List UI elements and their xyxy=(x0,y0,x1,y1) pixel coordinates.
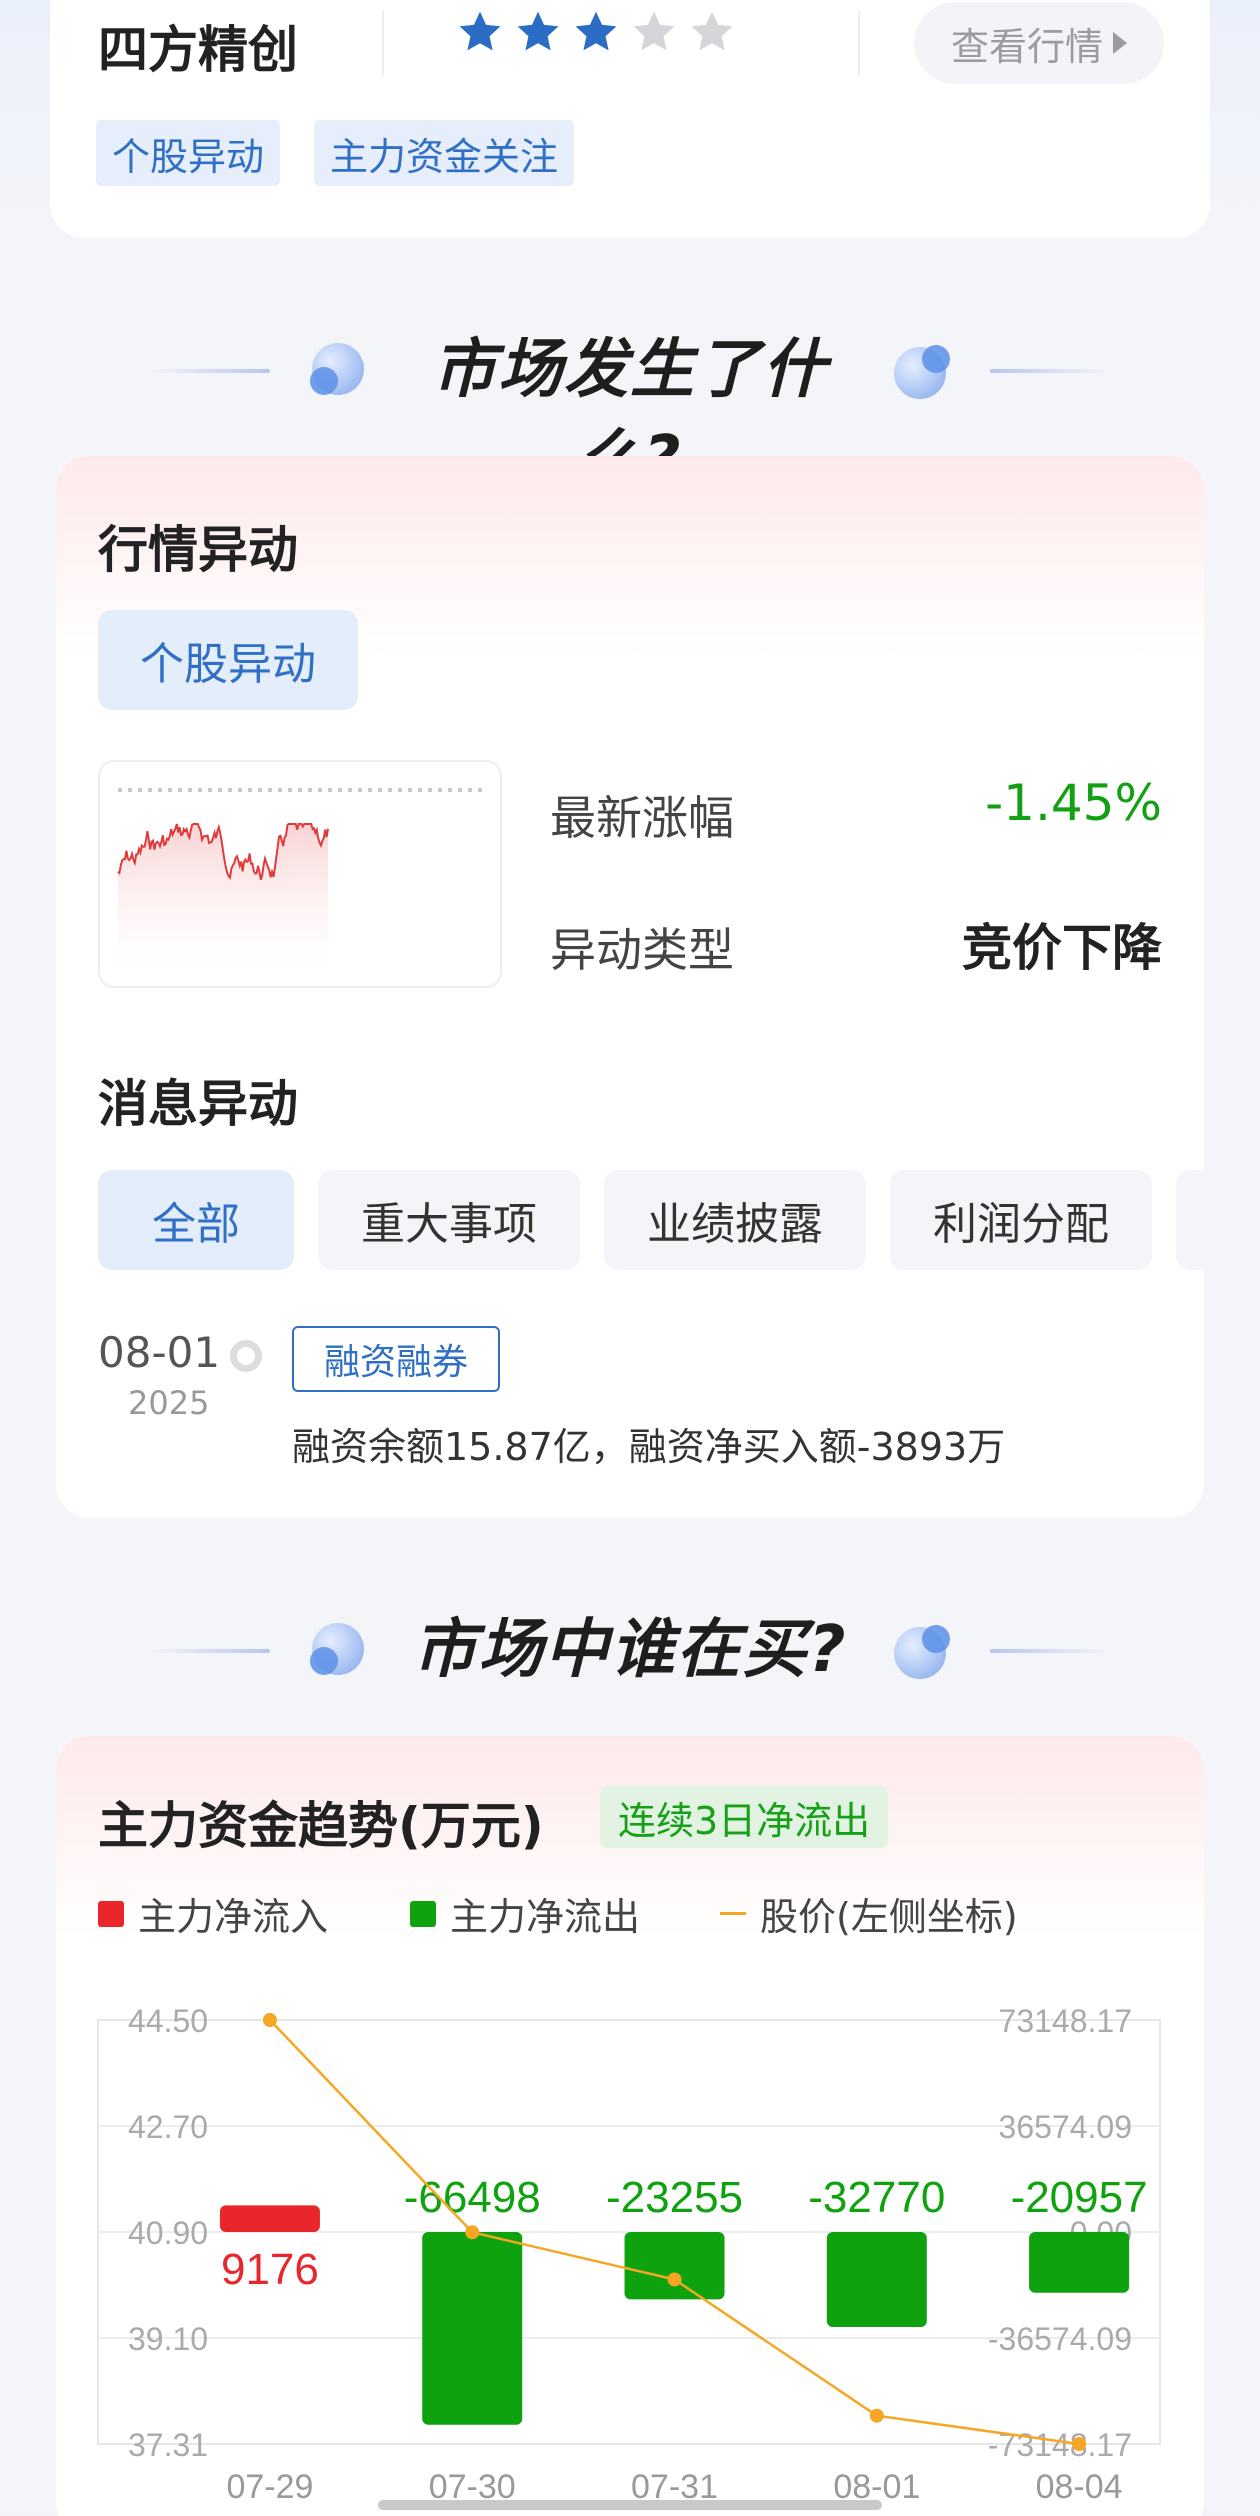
bar-data-label: -20957 xyxy=(1011,2173,1148,2222)
tag-main-capital[interactable]: 主力资金关注 xyxy=(314,120,575,186)
price-point xyxy=(667,2272,682,2287)
divider xyxy=(858,10,860,76)
view-quote-label: 查看行情 xyxy=(950,24,1103,69)
right-tick-label: 36574.09 xyxy=(999,2109,1132,2145)
capital-flow-card: 主力资金趋势(万元) 连续3日净流出 主力净流入 主力净流出 股价(左侧坐标) … xyxy=(56,1736,1204,2516)
inflow-swatch xyxy=(98,1900,124,1927)
outflow-swatch xyxy=(410,1900,436,1927)
capital-flow-title: 主力资金趋势(万元) xyxy=(98,1797,544,1855)
section-title-what-happened: 市场发生了什么? xyxy=(0,325,1260,497)
latest-change-value: -1.45% xyxy=(985,774,1162,832)
capital-flow-chart: 44.50 42.70 40.90 39.10 37.31 73148.17 36574.0… xyxy=(97,2003,1161,2506)
legend-price: 股价(左侧坐标) xyxy=(720,1886,1018,1941)
news-date: 08-01 xyxy=(98,1328,221,1377)
chip-stock-anomaly[interactable]: 个股异动 xyxy=(98,610,358,710)
anomaly-type-label: 异动类型 xyxy=(550,923,734,977)
inflow-bar xyxy=(219,2205,320,2232)
bubble-icon xyxy=(310,1623,364,1675)
rating-stars xyxy=(456,8,736,56)
decor-line xyxy=(990,1649,1110,1653)
sparkline-svg xyxy=(117,788,484,974)
tag-stock-anomaly[interactable]: 个股异动 xyxy=(96,120,281,186)
anomaly-type-value: 竞价下降 xyxy=(962,919,1162,977)
x-tick-label: 08-04 xyxy=(1036,2468,1123,2506)
caret-right-icon xyxy=(1113,32,1127,54)
net-outflow-badge: 连续3日净流出 xyxy=(600,1786,889,1848)
filter-earnings[interactable]: 业绩披露 xyxy=(604,1170,866,1270)
news-tag-margin[interactable]: 融资融券 xyxy=(292,1326,500,1392)
market-anomaly-title: 行情异动 xyxy=(98,521,298,579)
latest-change-label: 最新涨幅 xyxy=(550,791,734,845)
left-tick-label: 40.90 xyxy=(128,2215,208,2251)
market-anomaly-card: 行情异动 个股异动 最新涨幅 -1.45% 异动类型 竞价下降 消息异动 全部 … xyxy=(56,456,1204,1518)
outflow-bar xyxy=(422,2232,523,2425)
section-heading: 市场中谁在买? xyxy=(412,1613,848,1687)
price-line-swatch xyxy=(720,1912,746,1915)
news-anomaly-title: 消息异动 xyxy=(98,1075,298,1133)
filter-major-events[interactable]: 重大事项 xyxy=(318,1170,580,1270)
star-filled-icon xyxy=(575,11,617,51)
price-point xyxy=(869,2408,884,2423)
bar-data-label: 9176 xyxy=(221,2245,319,2294)
left-tick-label: 42.70 xyxy=(128,2109,208,2145)
outflow-bar xyxy=(624,2232,725,2300)
bar-data-label: -32770 xyxy=(808,2173,945,2222)
news-text[interactable]: 融资余额15.87亿，融资净买入额-3893万 xyxy=(292,1416,1005,1471)
left-tick-label: 44.50 xyxy=(128,2003,208,2039)
legend-inflow-label: 主力净流入 xyxy=(138,1895,329,1939)
legend-inflow: 主力净流入 xyxy=(98,1886,328,1941)
right-tick-label: -73148.17 xyxy=(988,2427,1132,2463)
bubble-icon xyxy=(894,1625,950,1679)
bubble-icon xyxy=(894,345,950,399)
legend-outflow-label: 主力净流出 xyxy=(450,1895,641,1939)
outflow-bar xyxy=(826,2232,927,2327)
bubble-icon xyxy=(310,343,364,395)
section-title-who-buying: 市场中谁在买? xyxy=(0,1605,1260,1695)
timeline-dot-icon xyxy=(230,1340,262,1372)
decor-line xyxy=(990,369,1110,373)
right-tick-label: 73148.17 xyxy=(999,2003,1132,2039)
news-year: 2025 xyxy=(128,1384,210,1422)
price-point xyxy=(465,2225,480,2240)
star-filled-icon xyxy=(459,11,501,51)
star-empty-icon xyxy=(633,11,675,51)
star-empty-icon xyxy=(691,11,733,51)
divider xyxy=(382,10,384,76)
decor-line xyxy=(150,1649,270,1653)
intraday-sparkline xyxy=(98,760,502,988)
filter-more[interactable] xyxy=(1176,1170,1204,1270)
outflow-bar xyxy=(1029,2232,1130,2293)
price-point xyxy=(262,2013,277,2027)
home-indicator[interactable] xyxy=(378,2500,882,2510)
x-tick-label: 07-29 xyxy=(226,2468,313,2506)
bar-data-label: -23255 xyxy=(606,2173,743,2222)
stock-name: 四方精创 xyxy=(98,21,298,79)
legend-price-label: 股价(左侧坐标) xyxy=(760,1895,1018,1939)
filter-all[interactable]: 全部 xyxy=(98,1170,294,1270)
star-filled-icon xyxy=(517,11,559,51)
price-point xyxy=(1072,2437,1087,2451)
view-quote-button[interactable]: 查看行情 xyxy=(914,2,1164,84)
right-tick-label: -36574.09 xyxy=(988,2321,1132,2357)
left-tick-label: 37.31 xyxy=(128,2427,208,2463)
stock-header-card: 四方精创 查看行情 个股异动 主力资金关注 xyxy=(50,0,1210,238)
decor-line xyxy=(150,369,270,373)
left-tick-label: 39.10 xyxy=(128,2321,208,2357)
filter-profit-distribution[interactable]: 利润分配 xyxy=(890,1170,1152,1270)
legend-outflow: 主力净流出 xyxy=(410,1886,640,1941)
